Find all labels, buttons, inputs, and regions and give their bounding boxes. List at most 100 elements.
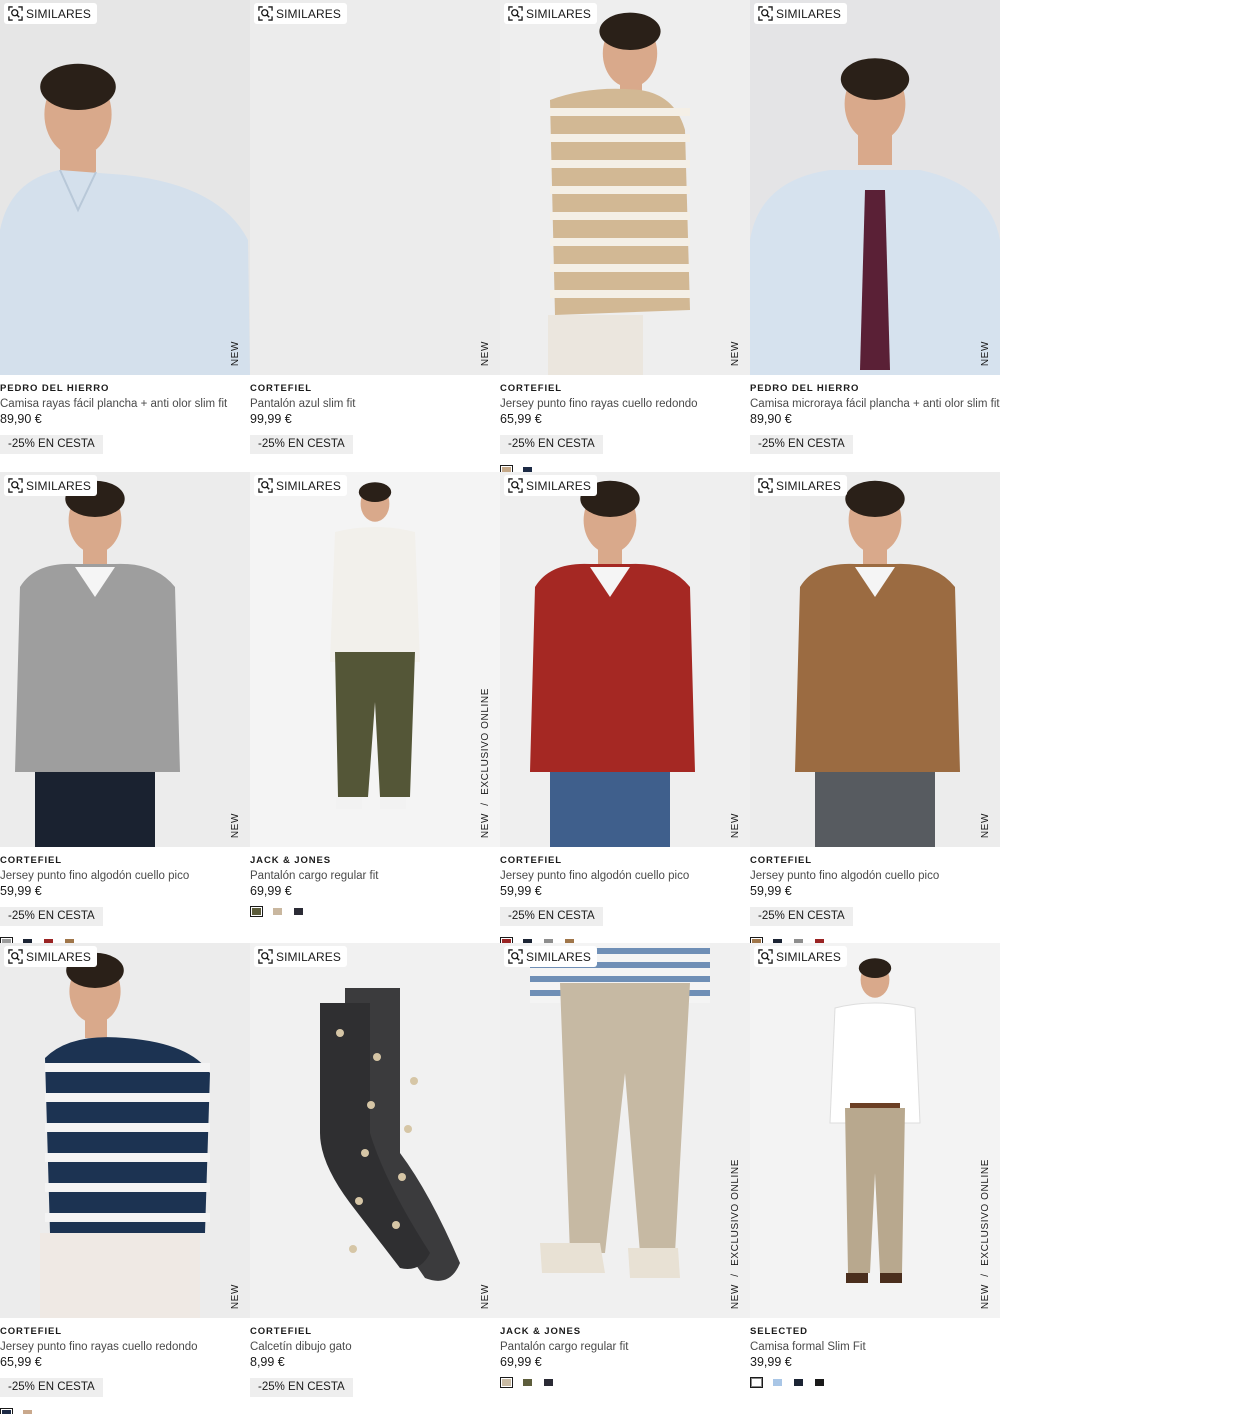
product-name[interactable]: Pantalón cargo regular fit	[250, 869, 500, 884]
product-card[interactable]: SIMILARES NEW / EXCLUSIVO ONLINE JACK & JO…	[250, 472, 500, 943]
garment	[15, 563, 180, 772]
product-name[interactable]: Pantalón azul slim fit	[250, 397, 500, 412]
product-image[interactable]: SIMILARES NEW	[500, 0, 750, 375]
similar-button[interactable]: SIMILARES	[254, 3, 347, 24]
product-card[interactable]: SIMILARES NEW PEDRO DEL HIERRO Camisa rayas…	[0, 0, 250, 472]
similar-button[interactable]: SIMILARES	[504, 946, 597, 967]
product-brand: JACK & JONES	[250, 855, 332, 866]
model-hair	[845, 480, 905, 517]
model-hair	[599, 12, 661, 50]
product-image[interactable]: SIMILARES NEW / EXCLUSIVO ONLINE	[500, 943, 750, 1318]
product-name[interactable]: Calcetín dibujo gato	[250, 1340, 500, 1355]
similar-button[interactable]: SIMILARES	[4, 946, 97, 967]
visual-search-icon	[508, 478, 523, 493]
new-tag: NEW	[730, 1283, 741, 1309]
visual-search-icon	[758, 949, 773, 964]
product-card[interactable]: SIMILARES NEW / EXCLUSIVO ONLINE JACK & JO…	[500, 943, 750, 1414]
product-info: JACK & JONES Pantalón cargo regular fit 69…	[500, 1318, 750, 1388]
similar-button[interactable]: SIMILARES	[504, 3, 597, 24]
stripe	[550, 290, 690, 298]
color-swatch[interactable]	[772, 1378, 783, 1387]
product-card[interactable]: SIMILARES NEW CORTEFIEL Pantalón azul slim …	[250, 0, 500, 472]
product-card[interactable]: SIMILARES NEW CORTEFIEL Jersey punto fino r…	[0, 943, 250, 1414]
product-name[interactable]: Jersey punto fino algodón cuello pico	[500, 869, 750, 884]
product-name[interactable]: Pantalón cargo regular fit	[500, 1340, 750, 1355]
similar-button[interactable]: SIMILARES	[754, 475, 847, 496]
product-image[interactable]: SIMILARES NEW	[0, 472, 250, 847]
product-price: 59,99 €	[500, 884, 542, 898]
product-photo	[500, 472, 750, 847]
product-name[interactable]: Camisa microraya fácil plancha + anti ol…	[750, 397, 1000, 412]
color-swatch[interactable]	[543, 1378, 554, 1387]
color-swatch[interactable]	[0, 1408, 13, 1414]
color-swatches	[750, 1377, 1000, 1388]
color-swatch[interactable]	[522, 1378, 533, 1387]
color-swatch[interactable]	[500, 1377, 513, 1388]
visual-search-icon	[8, 6, 23, 21]
product-image[interactable]: SIMILARES NEW	[250, 943, 500, 1318]
color-swatch[interactable]	[272, 907, 283, 916]
product-card[interactable]: SIMILARES NEW CORTEFIEL Jersey punto fino a…	[750, 472, 1000, 943]
visual-search-icon	[8, 478, 23, 493]
product-brand: CORTEFIEL	[750, 855, 812, 866]
product-image[interactable]: SIMILARES NEW / EXCLUSIVO ONLINE	[750, 943, 1000, 1318]
promo-badge: -25% EN CESTA	[750, 435, 853, 454]
color-swatch[interactable]	[22, 1409, 33, 1414]
product-card[interactable]: SIMILARES NEW CORTEFIEL Jersey punto fino a…	[500, 472, 750, 943]
product-image[interactable]: SIMILARES NEW	[750, 472, 1000, 847]
similar-label: SIMILARES	[26, 949, 91, 964]
product-image[interactable]: SIMILARES NEW	[500, 472, 750, 847]
product-price: 89,90 €	[0, 412, 42, 426]
color-swatch[interactable]	[293, 907, 304, 916]
color-swatch[interactable]	[793, 1378, 804, 1387]
product-name[interactable]: Jersey punto fino rayas cuello redondo	[0, 1340, 250, 1355]
product-card[interactable]: SIMILARES NEW CORTEFIEL Jersey punto fino a…	[0, 472, 250, 943]
visual-search-icon	[508, 6, 523, 21]
product-brand: SELECTED	[750, 1326, 808, 1337]
product-brand: CORTEFIEL	[0, 855, 62, 866]
color-swatch[interactable]	[250, 906, 263, 917]
product-tags: NEW	[480, 1284, 491, 1309]
stripe	[45, 1183, 210, 1192]
visual-search-icon	[258, 949, 273, 964]
similar-button[interactable]: SIMILARES	[504, 475, 597, 496]
similar-button[interactable]: SIMILARES	[254, 946, 347, 967]
similar-button[interactable]: SIMILARES	[4, 475, 97, 496]
similar-button[interactable]: SIMILARES	[754, 946, 847, 967]
product-image[interactable]: SIMILARES NEW	[250, 0, 500, 375]
similar-button[interactable]: SIMILARES	[754, 3, 847, 24]
exclusive-online-tag: EXCLUSIVO ONLINE	[980, 1158, 991, 1266]
product-image[interactable]: SIMILARES NEW	[750, 0, 1000, 375]
similar-label: SIMILARES	[276, 949, 341, 964]
product-image[interactable]: SIMILARES NEW / EXCLUSIVO ONLINE	[250, 472, 500, 847]
product-photo	[500, 0, 750, 375]
visual-search-icon	[258, 6, 273, 21]
product-name[interactable]: Jersey punto fino algodón cuello pico	[750, 869, 1000, 884]
product-image[interactable]: SIMILARES NEW	[0, 943, 250, 1318]
stripe	[45, 1123, 210, 1132]
product-tags: NEW / EXCLUSIVO ONLINE	[480, 688, 491, 838]
new-tag: NEW	[730, 340, 741, 366]
photo-background	[250, 0, 500, 375]
product-card[interactable]: SIMILARES NEW / EXCLUSIVO ONLINE SELECTED C…	[750, 943, 1000, 1414]
stripe	[550, 186, 690, 194]
product-info: CORTEFIEL Jersey punto fino rayas cuello …	[0, 1318, 250, 1414]
product-name[interactable]: Jersey punto fino rayas cuello redondo	[500, 397, 750, 412]
product-name[interactable]: Camisa rayas fácil plancha + anti olor s…	[0, 397, 250, 412]
similar-label: SIMILARES	[776, 949, 841, 964]
product-card[interactable]: SIMILARES NEW PEDRO DEL HIERRO Camisa micro…	[750, 0, 1000, 472]
visual-search-icon	[758, 478, 773, 493]
color-swatch[interactable]	[750, 1377, 763, 1388]
product-image[interactable]: SIMILARES NEW	[0, 0, 250, 375]
product-card[interactable]: SIMILARES NEW CORTEFIEL Jersey punto fino r…	[500, 0, 750, 472]
product-name[interactable]: Jersey punto fino algodón cuello pico	[0, 869, 250, 884]
product-name[interactable]: Camisa formal Slim Fit	[750, 1340, 1000, 1355]
visual-search-icon	[758, 6, 773, 21]
color-swatches	[0, 1408, 250, 1414]
color-swatch[interactable]	[814, 1378, 825, 1387]
product-info: CORTEFIEL Pantalón azul slim fit 99,99 € -2…	[250, 375, 500, 454]
similar-button[interactable]: SIMILARES	[4, 3, 97, 24]
color-swatches	[250, 906, 500, 917]
product-card[interactable]: SIMILARES NEW CORTEFIEL Calcetín dibujo gat…	[250, 943, 500, 1414]
similar-button[interactable]: SIMILARES	[254, 475, 347, 496]
